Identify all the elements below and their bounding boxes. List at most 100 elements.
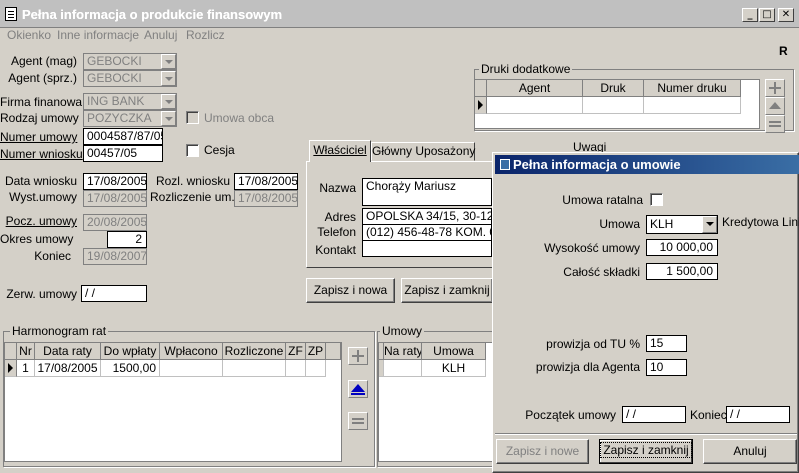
- adres-label: Adres: [324, 210, 356, 224]
- koniec-field[interactable]: 19/08/2007: [83, 248, 147, 265]
- druki-cell[interactable]: [644, 97, 741, 114]
- cesja-label: Cesja: [204, 143, 235, 157]
- prowizja-tu-field[interactable]: 15: [646, 335, 687, 352]
- umowy-grid[interactable]: Na raty Umowa KLH: [378, 342, 494, 462]
- pocz-umowy-label: Pocz. umowy: [5, 214, 77, 228]
- table-row-cell[interactable]: 1500,00: [101, 360, 160, 377]
- table-row-cell[interactable]: [384, 360, 422, 377]
- dialog-koniec-field[interactable]: / /: [726, 406, 790, 423]
- druki-cell[interactable]: [583, 97, 644, 114]
- umowy-header-umowa[interactable]: Umowa: [422, 343, 486, 360]
- triangle-up-icon: [769, 102, 781, 109]
- tab-glowny-uposazony[interactable]: Główny Uposażony: [371, 142, 475, 161]
- tab-glowny-uposazony-label: Główny Uposażony: [372, 144, 476, 158]
- umowy-header-na-raty[interactable]: Na raty: [384, 343, 422, 360]
- druki-row-indicator: [475, 97, 487, 114]
- zerw-umowy-field[interactable]: / /: [81, 285, 147, 302]
- chevron-down-icon[interactable]: [161, 54, 176, 69]
- menu-anuluj[interactable]: Anuluj: [144, 28, 177, 42]
- harm-row-indicator: [5, 360, 17, 377]
- telefon-label: Telefon: [317, 225, 356, 239]
- table-row-cell[interactable]: 17/08/2005: [35, 360, 101, 377]
- chevron-down-icon[interactable]: [702, 216, 717, 233]
- minus-icon: [769, 121, 781, 127]
- harm-header-nr[interactable]: Nr: [17, 343, 35, 360]
- wyst-umowy-field[interactable]: 17/08/2005: [83, 190, 147, 207]
- close-button[interactable]: ✕: [778, 8, 794, 22]
- menu-inne-informacje[interactable]: Inne informacje: [57, 28, 139, 42]
- chevron-down-icon[interactable]: [161, 94, 176, 109]
- dialog-divider: [495, 433, 797, 434]
- menu-okienko[interactable]: Okienko: [7, 28, 51, 42]
- firma-combo[interactable]: ING BANK: [83, 93, 177, 110]
- numer-wniosku-field[interactable]: 00457/05: [83, 145, 163, 162]
- harm-header-zp[interactable]: ZP: [306, 343, 326, 360]
- harm-header-do-wplaty[interactable]: Do wpłaty: [101, 343, 160, 360]
- druki-cell[interactable]: [487, 97, 583, 114]
- pocz-umowy-field[interactable]: 20/08/2005: [83, 214, 147, 231]
- wysokosc-field[interactable]: 10 000,00: [646, 239, 718, 256]
- zapisz-nowe-button[interactable]: Zapisz i nowe: [496, 439, 589, 464]
- table-row-cell[interactable]: [160, 360, 223, 377]
- umowa-label: Umowa: [599, 217, 640, 231]
- data-wniosku-field[interactable]: 17/08/2005: [83, 173, 147, 190]
- minimize-button[interactable]: _: [742, 8, 758, 22]
- druki-add-button[interactable]: [765, 79, 785, 97]
- rozl-wniosku-field[interactable]: 17/08/2005: [234, 173, 298, 190]
- druki-grid[interactable]: Agent Druk Numer druku: [474, 79, 760, 129]
- rozliczenie-field[interactable]: 17/08/2005: [234, 190, 298, 207]
- numer-umowy-field[interactable]: 0004587/87/05: [83, 128, 163, 145]
- adres-field[interactable]: OPOLSKA 34/15, 30-128 W: [362, 208, 492, 225]
- table-row-cell[interactable]: [223, 360, 286, 377]
- harm-header-wplacono[interactable]: Wpłacono: [160, 343, 223, 360]
- kontakt-field[interactable]: [362, 240, 492, 257]
- table-row-cell[interactable]: KLH: [422, 360, 486, 377]
- zapisz-zamknij-button[interactable]: Zapisz i zamknij: [401, 278, 493, 303]
- druki-header-agent[interactable]: Agent: [487, 80, 583, 97]
- druki-header-druk[interactable]: Druk: [583, 80, 644, 97]
- agent-mag-combo[interactable]: GEBOCKI: [83, 53, 177, 70]
- koniec-label: Koniec: [34, 249, 71, 263]
- tab-wlasciciel[interactable]: Właściciel: [309, 140, 371, 162]
- calosc-field[interactable]: 1 500,00: [646, 263, 718, 280]
- table-row-cell[interactable]: [286, 360, 306, 377]
- harm-header-data[interactable]: Data raty: [35, 343, 101, 360]
- agent-sprz-combo[interactable]: GEBOCKI: [83, 70, 177, 87]
- table-row-cell[interactable]: [306, 360, 326, 377]
- numer-wniosku-label: Numer wniosku: [0, 147, 83, 161]
- dialog-koniec-label: Koniec: [690, 408, 727, 422]
- zerw-umowy-label: Zerw. umowy: [6, 287, 77, 301]
- chevron-down-icon[interactable]: [161, 71, 176, 86]
- harm-remove-button[interactable]: [348, 412, 368, 430]
- druki-up-button[interactable]: [765, 97, 785, 115]
- agent-mag-label: Agent (mag): [10, 54, 77, 68]
- druki-header-numer[interactable]: Numer druku: [644, 80, 741, 97]
- anuluj-button[interactable]: Anuluj: [703, 439, 797, 464]
- umowa-ratalna-checkbox[interactable]: [650, 193, 663, 206]
- umowa-combo[interactable]: KLH: [646, 215, 718, 234]
- nazwa-field[interactable]: Chorąży Mariusz: [362, 178, 492, 206]
- rodzaj-combo[interactable]: POZYCZKA: [83, 110, 177, 127]
- umowa-obca-checkbox[interactable]: [186, 111, 199, 124]
- harm-up-button[interactable]: [348, 380, 368, 398]
- maximize-button[interactable]: □: [759, 8, 775, 22]
- triangle-up-icon: [351, 384, 365, 395]
- harm-add-button[interactable]: [348, 347, 368, 365]
- okres-field[interactable]: 2: [107, 231, 147, 248]
- cesja-checkbox[interactable]: [186, 144, 199, 157]
- menu-rozlicz[interactable]: Rozlicz: [186, 28, 225, 42]
- app-icon[interactable]: [5, 7, 17, 21]
- zapisz-nowa-button[interactable]: Zapisz i nowa: [306, 278, 395, 303]
- harmonogram-grid[interactable]: Nr Data raty Do wpłaty Wpłacono Rozliczo…: [4, 342, 342, 462]
- druki-remove-button[interactable]: [765, 115, 785, 133]
- dialog-zapisz-zamknij-button[interactable]: Zapisz i zamknij: [599, 439, 693, 464]
- table-row-cell[interactable]: 1: [17, 360, 35, 377]
- poczatek-field[interactable]: / /: [622, 406, 686, 423]
- harm-header-rozliczone[interactable]: Rozliczone: [223, 343, 286, 360]
- prowizja-agenta-field[interactable]: 10: [646, 359, 687, 376]
- harm-header-zf[interactable]: ZF: [286, 343, 306, 360]
- chevron-down-icon[interactable]: [161, 111, 176, 126]
- umowy-title: Umowy: [380, 324, 425, 338]
- kontakt-label: Kontakt: [315, 243, 356, 257]
- telefon-field[interactable]: (012) 456-48-78 KOM. 060: [362, 224, 492, 241]
